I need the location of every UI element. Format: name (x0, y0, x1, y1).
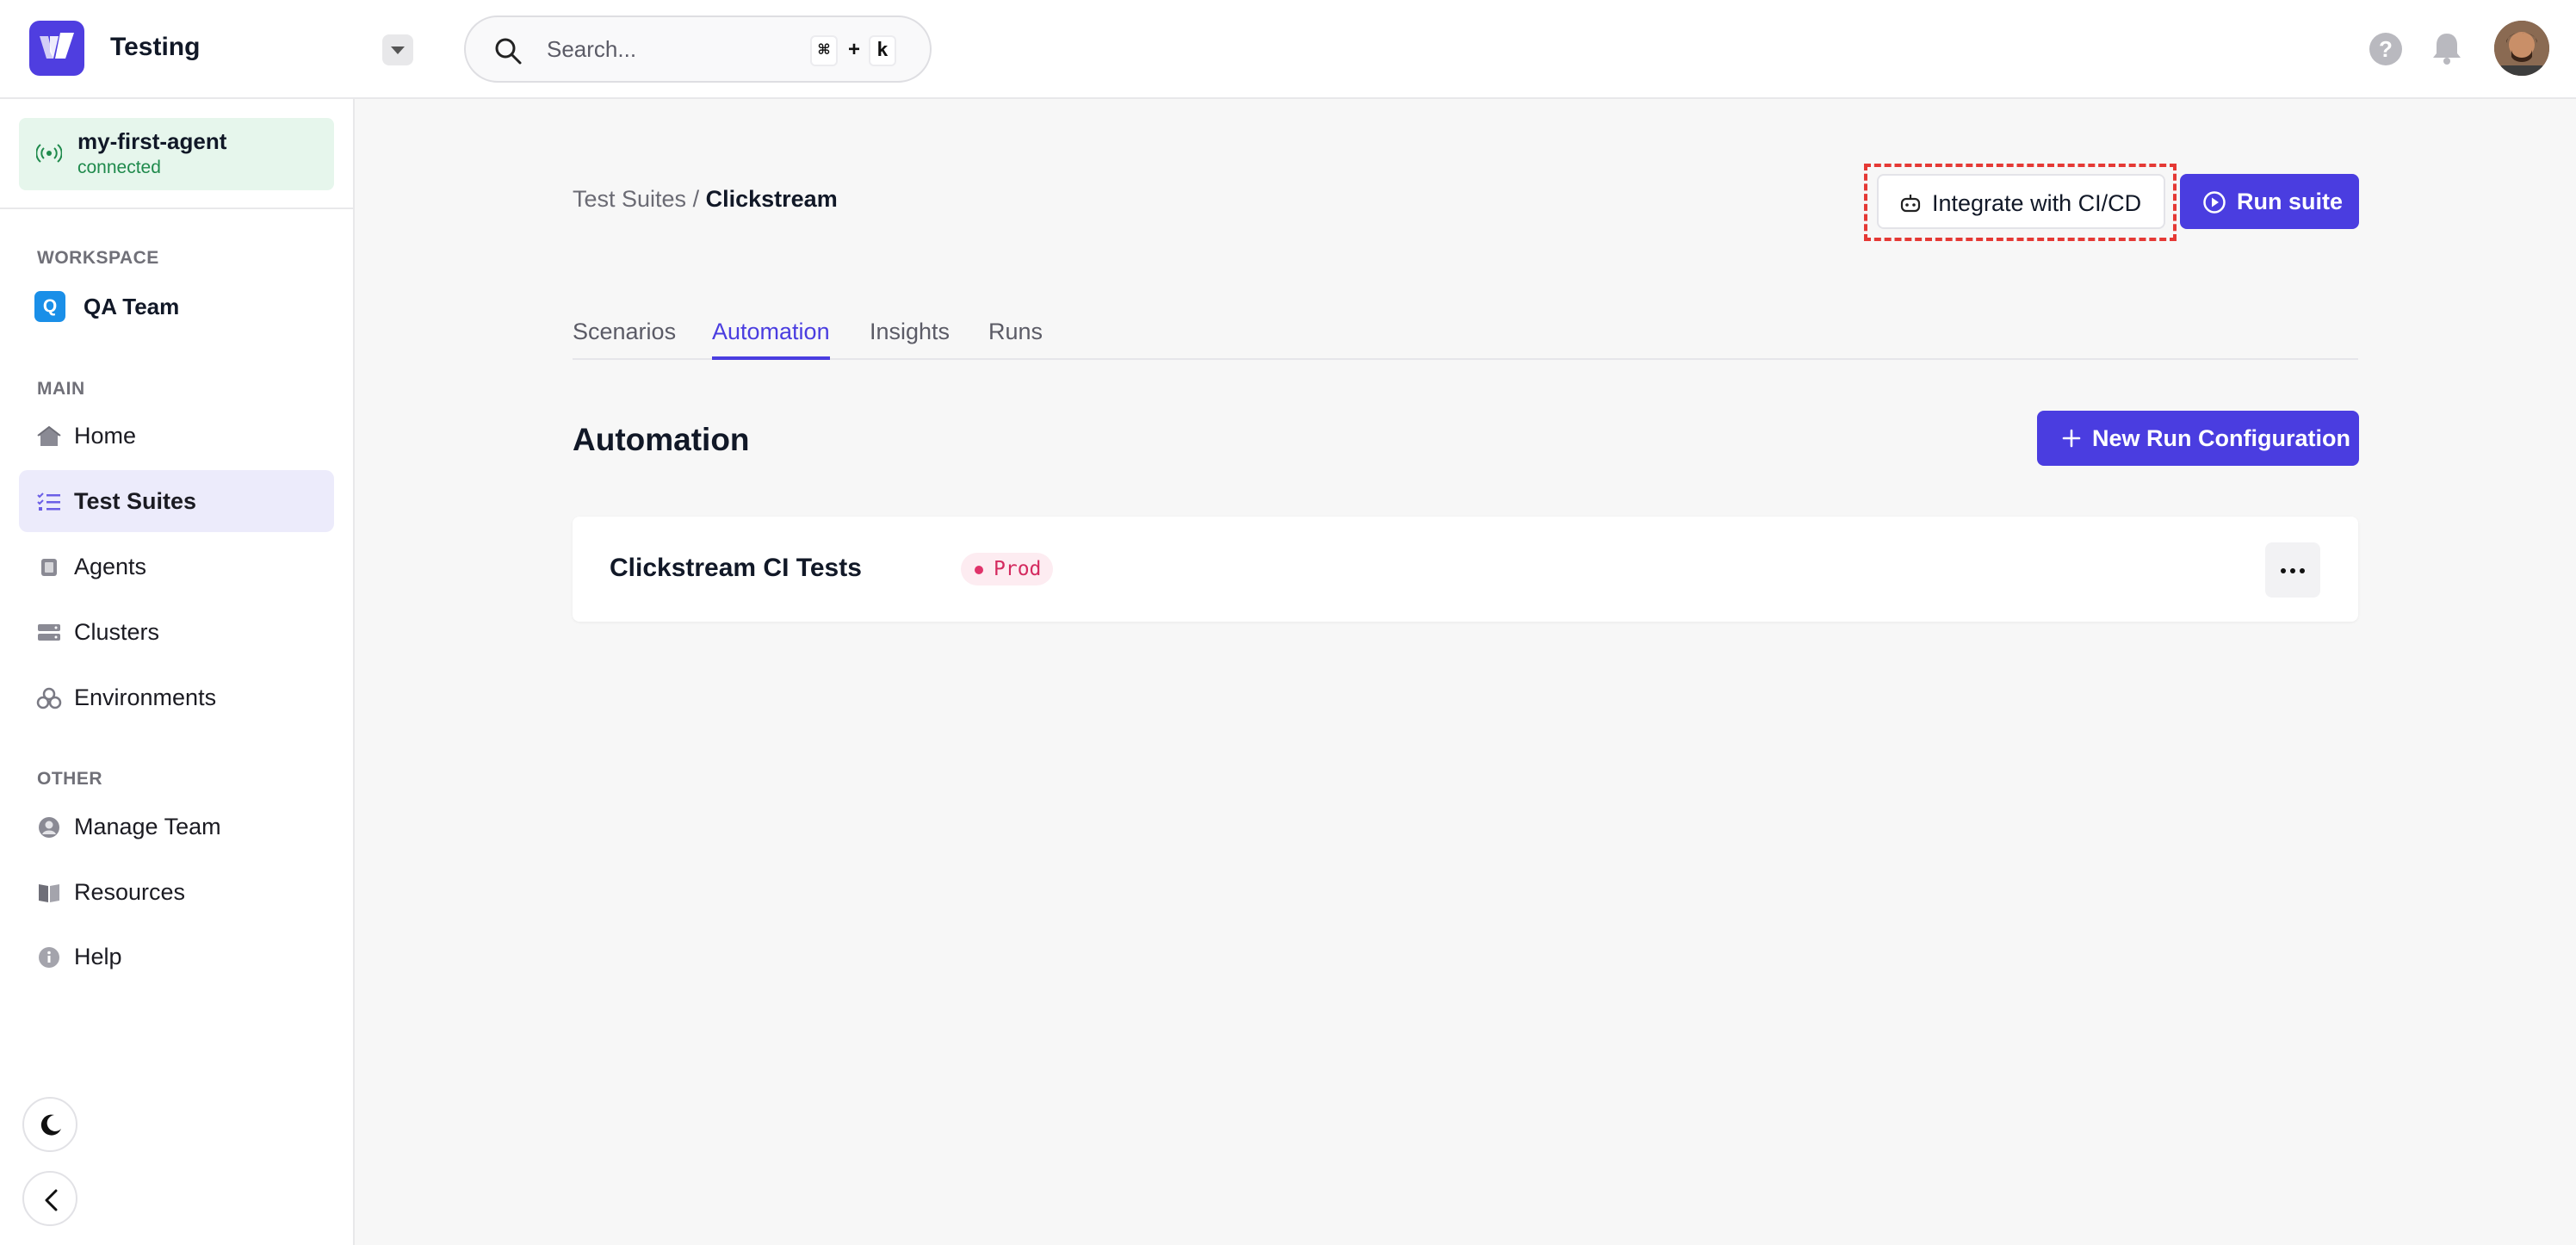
plus-icon (2062, 429, 2081, 448)
other-section-label: OTHER (37, 769, 102, 789)
environment-label: Prod (994, 558, 1042, 580)
app-switcher-dropdown[interactable] (382, 34, 413, 65)
sidebar-item-label: Agents (74, 554, 147, 579)
environment-badge: Prod (961, 553, 1054, 585)
agent-name: my-first-agent (77, 128, 227, 154)
sidebar-item-label: Test Suites (74, 488, 197, 514)
sidebar-item-clusters[interactable]: Clusters (19, 601, 334, 663)
cubes-icon (36, 687, 62, 709)
agent-status-card[interactable]: my-first-agent connected (19, 118, 334, 190)
info-icon (39, 947, 59, 968)
help-icon[interactable]: ? (2369, 33, 2402, 65)
home-icon (37, 425, 61, 446)
sidebar-item-help[interactable]: Help (19, 926, 334, 988)
sidebar-item-label: Home (74, 423, 137, 449)
breadcrumb: Test Suites / Clickstream (573, 186, 838, 213)
workspace-badge[interactable]: Q (34, 291, 65, 322)
tab-runs[interactable]: Runs (988, 319, 1043, 360)
sidebar-item-resources[interactable]: Resources (19, 861, 334, 923)
sidebar-item-manage-team[interactable]: Manage Team (19, 796, 334, 858)
sidebar-item-agents[interactable]: Agents (19, 536, 334, 598)
robot-icon (1900, 195, 1921, 213)
sidebar-divider (0, 208, 353, 209)
breadcrumb-separator: / (692, 186, 700, 212)
chevron-left-icon (45, 1189, 58, 1211)
app-logo[interactable] (29, 21, 84, 76)
sidebar-item-label: Resources (74, 879, 186, 905)
sidebar-item-test-suites[interactable]: Test Suites (19, 470, 334, 532)
workspace-section-label: WORKSPACE (37, 248, 159, 268)
integrate-ci-cd-button[interactable]: Integrate with CI/CD (1877, 174, 2165, 229)
sidebar-item-label: Clusters (74, 619, 160, 645)
play-circle-icon (2203, 191, 2226, 214)
sidebar-item-label: Manage Team (74, 814, 221, 839)
more-options-button[interactable] (2265, 542, 2320, 598)
breadcrumb-parent-link[interactable]: Test Suites (573, 186, 686, 212)
broadcast-icon (36, 144, 62, 163)
shortcut-cmd-key: ⌘ (810, 35, 838, 66)
tab-automation[interactable]: Automation (712, 319, 830, 360)
tab-scenarios[interactable]: Scenarios (573, 319, 676, 360)
sidebar: my-first-agent connected WORKSPACE Q QA … (0, 99, 355, 1245)
main-section-label: MAIN (37, 379, 85, 399)
shortcut-plus: + (848, 38, 861, 61)
agent-connection-status: connected (77, 158, 161, 177)
integrate-button-label: Integrate with CI/CD (1932, 190, 2142, 216)
bell-icon[interactable] (2431, 31, 2462, 65)
user-circle-icon (39, 817, 59, 838)
sidebar-item-environments[interactable]: Environments (19, 666, 334, 728)
list-check-icon (37, 492, 60, 511)
search-icon (495, 38, 522, 65)
run-suite-button[interactable]: Run suite (2180, 174, 2359, 229)
server-icon (38, 624, 60, 641)
app-name: Testing (110, 33, 201, 61)
tab-insights[interactable]: Insights (870, 319, 950, 360)
run-configuration-row[interactable]: Clickstream CI Tests Prod (573, 517, 2358, 622)
user-avatar[interactable] (2494, 21, 2549, 76)
book-icon (39, 884, 59, 902)
search-input[interactable]: Search... (547, 36, 636, 63)
breadcrumb-current: Clickstream (705, 186, 838, 212)
status-dot (975, 566, 983, 574)
tab-bar: Scenarios Automation Insights Runs (573, 315, 2358, 360)
shortcut-k-key: k (869, 35, 896, 66)
dark-mode-toggle[interactable] (22, 1097, 77, 1152)
sidebar-item-label: Environments (74, 684, 217, 710)
new-run-configuration-button[interactable]: New Run Configuration (2037, 411, 2359, 466)
search-bar[interactable]: Search... ⌘ + k (464, 15, 932, 83)
sidebar-item-home[interactable]: Home (19, 405, 334, 467)
run-suite-label: Run suite (2237, 189, 2344, 214)
run-configuration-name: Clickstream CI Tests (610, 554, 862, 582)
moon-icon (40, 1114, 61, 1136)
collapse-sidebar-button[interactable] (22, 1171, 77, 1226)
top-bar: Testing Search... ⌘ + k ? (0, 0, 2576, 99)
page-title: Automation (573, 422, 750, 457)
workspace-name[interactable]: QA Team (84, 294, 179, 320)
chip-icon (41, 559, 57, 576)
sidebar-item-label: Help (74, 944, 122, 969)
new-run-configuration-label: New Run Configuration (2092, 425, 2350, 451)
